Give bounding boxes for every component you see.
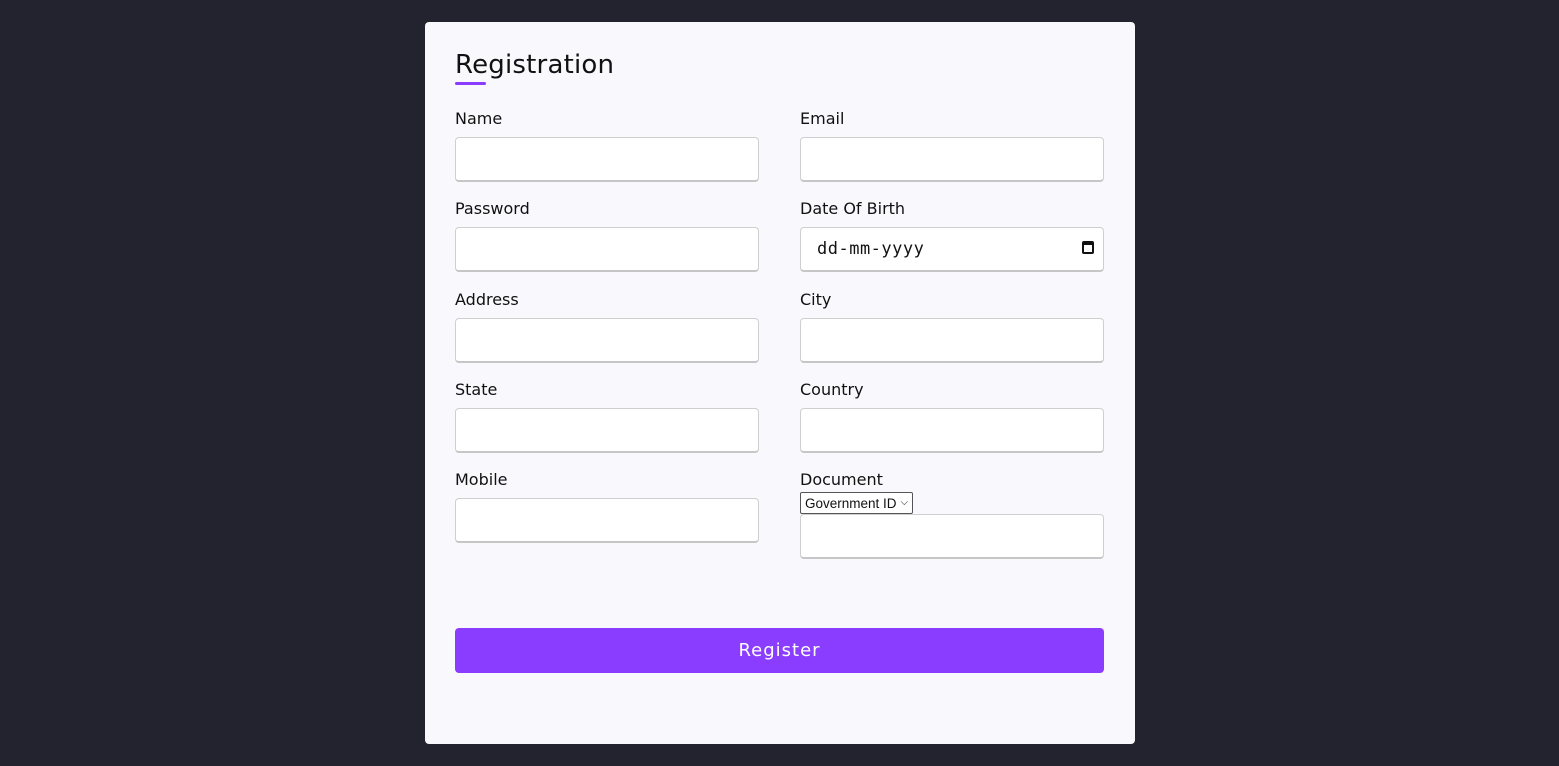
address-label: Address: [455, 290, 519, 309]
document-label: Document: [800, 470, 883, 489]
page-title: Registration: [455, 50, 615, 80]
password-field-group: Password: [455, 199, 759, 272]
chevron-down-icon: ⌵: [900, 497, 909, 508]
mobile-label: Mobile: [455, 470, 508, 489]
calendar-icon[interactable]: [1082, 241, 1094, 254]
dob-input[interactable]: dd-mm-yyyy: [800, 227, 1104, 272]
name-field-group: Name: [455, 109, 759, 182]
registration-card: Registration Name Email Password Date Of…: [425, 22, 1135, 744]
address-input[interactable]: [455, 318, 759, 363]
register-button[interactable]: Register: [455, 628, 1104, 673]
name-label: Name: [455, 109, 503, 128]
address-field-group: Address: [455, 290, 759, 363]
city-field-group: City: [800, 290, 1104, 363]
dob-placeholder: dd-mm-yyyy: [817, 239, 925, 259]
password-label: Password: [455, 199, 530, 218]
state-field-group: State: [455, 380, 759, 453]
title-underline: [455, 82, 486, 85]
dob-field-group: Date Of Birth dd-mm-yyyy: [800, 199, 1104, 272]
email-field-group: Email: [800, 109, 1104, 182]
country-input[interactable]: [800, 408, 1104, 453]
mobile-field-group: Mobile: [455, 470, 759, 543]
mobile-input[interactable]: [455, 498, 759, 543]
document-input[interactable]: [800, 514, 1104, 559]
country-field-group: Country: [800, 380, 1104, 453]
email-label: Email: [800, 109, 845, 128]
dob-label: Date Of Birth: [800, 199, 906, 218]
state-label: State: [455, 380, 498, 399]
city-label: City: [800, 290, 832, 309]
state-input[interactable]: [455, 408, 759, 453]
name-input[interactable]: [455, 137, 759, 182]
email-input[interactable]: [800, 137, 1104, 182]
password-input[interactable]: [455, 227, 759, 272]
document-type-value: Government ID: [805, 495, 897, 511]
document-type-select[interactable]: Government ID ⌵: [800, 492, 914, 514]
document-field-group: Document Government ID ⌵: [800, 470, 1104, 559]
city-input[interactable]: [800, 318, 1104, 363]
country-label: Country: [800, 380, 864, 399]
